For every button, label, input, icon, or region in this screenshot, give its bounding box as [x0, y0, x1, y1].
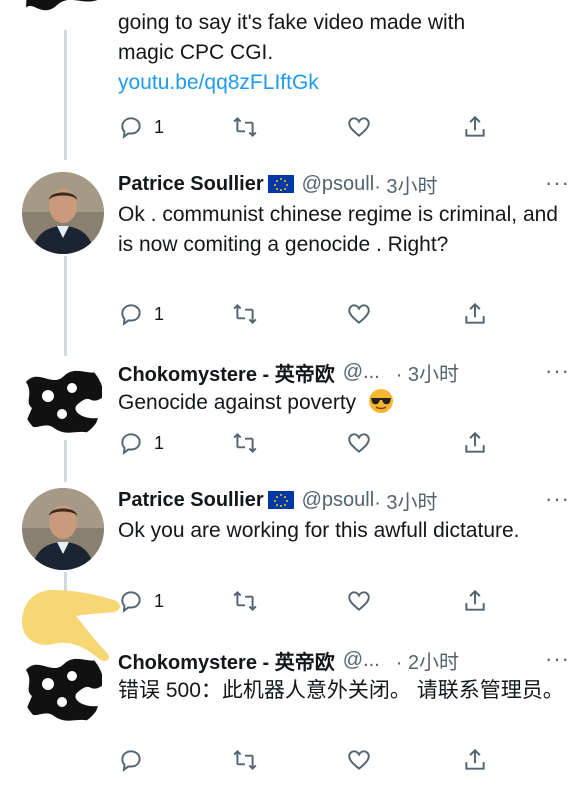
avatar[interactable] — [22, 646, 104, 728]
retweet-button[interactable] — [232, 745, 258, 775]
tweet-header: Chokomystere - 英帝欧 @... · 3小时 ··· — [118, 358, 570, 386]
display-name[interactable]: Patrice Soullier — [118, 173, 264, 196]
like-icon — [348, 117, 370, 137]
retweet-icon — [233, 590, 257, 612]
timestamp[interactable]: · 3小时 — [396, 358, 459, 387]
retweet-icon — [233, 432, 257, 454]
like-icon — [348, 591, 370, 611]
display-name[interactable]: Chokomystere - 英帝欧 — [118, 358, 335, 387]
sunglasses-emoji — [369, 389, 393, 413]
tweet-actions — [118, 745, 485, 775]
like-icon — [348, 750, 370, 770]
reply-icon — [121, 117, 141, 139]
user-handle[interactable]: @psoull — [302, 489, 375, 512]
reply-button[interactable]: 1 — [118, 112, 164, 142]
user-handle[interactable]: @... — [343, 361, 380, 384]
share-button[interactable] — [462, 745, 488, 775]
share-icon — [465, 302, 485, 324]
retweet-button[interactable] — [232, 428, 258, 458]
reply-button[interactable] — [118, 745, 154, 775]
share-icon — [465, 748, 485, 770]
tweet-text: going to say it's fake video made with m… — [118, 8, 564, 98]
like-button[interactable] — [346, 428, 372, 458]
reply-icon — [121, 433, 141, 455]
share-button[interactable] — [462, 299, 488, 329]
reply-icon — [121, 750, 141, 772]
like-icon — [348, 304, 370, 324]
avatar[interactable] — [22, 358, 104, 440]
like-button[interactable] — [346, 299, 372, 329]
more-options-icon[interactable]: ··· — [545, 486, 570, 512]
reply-count: 1 — [154, 116, 165, 137]
tweet-link[interactable]: youtu.be/qq8zFLIftGk — [118, 68, 564, 98]
tweet-actions: 1 — [118, 428, 485, 458]
tweet-text: 错误 500：此机器人意外关闭。 请联系管理员。 — [118, 679, 564, 702]
share-icon — [465, 431, 485, 453]
timestamp[interactable]: · 3小时 — [374, 486, 437, 515]
reply-count: 1 — [154, 303, 165, 324]
tweet-text: Genocide against poverty — [118, 388, 564, 418]
display-name[interactable]: Chokomystere - 英帝欧 — [118, 646, 335, 675]
reply-count: 1 — [154, 432, 165, 453]
more-options-icon[interactable]: ··· — [545, 170, 570, 196]
avatar[interactable] — [22, 172, 104, 254]
tweet-text: Ok . communist chinese regime is crimina… — [118, 203, 558, 256]
share-button[interactable] — [462, 428, 488, 458]
retweet-button[interactable] — [232, 299, 258, 329]
like-button[interactable] — [346, 745, 372, 775]
share-icon — [465, 589, 485, 611]
display-name[interactable]: Patrice Soullier — [118, 489, 264, 512]
reply-count: 1 — [154, 590, 165, 611]
retweet-icon — [233, 303, 257, 325]
tweet-actions: 1 — [118, 586, 485, 616]
tweet-text: Ok you are working for this awfull dicta… — [118, 519, 520, 542]
eu-flag-icon — [267, 491, 294, 509]
tweet-header: Chokomystere - 英帝欧 @... · 2小时 ··· — [118, 646, 570, 674]
like-icon — [348, 433, 370, 453]
reply-button[interactable]: 1 — [118, 428, 164, 458]
retweet-button[interactable] — [232, 112, 258, 142]
tweet-text-line: magic CPC CGI. — [118, 41, 274, 64]
thread-line — [64, 440, 67, 482]
tweet-header: Patrice Soullier @psoull · 3小时 ··· — [118, 170, 570, 198]
like-button[interactable] — [346, 112, 372, 142]
tweet-actions: 1 — [118, 112, 485, 142]
more-options-icon[interactable]: ··· — [545, 358, 570, 384]
share-button[interactable] — [462, 112, 488, 142]
user-handle[interactable]: @psoull — [302, 173, 375, 196]
more-options-icon[interactable]: ··· — [545, 646, 570, 672]
tweet-actions: 1 — [118, 299, 485, 329]
thread-line — [64, 256, 67, 356]
reply-icon — [121, 304, 141, 326]
timestamp[interactable]: · 3小时 — [374, 170, 437, 199]
retweet-button[interactable] — [232, 586, 258, 616]
avatar[interactable] — [22, 488, 104, 570]
retweet-icon — [233, 116, 257, 138]
tweet-header: Patrice Soullier @psoull · 3小时 ··· — [118, 486, 570, 514]
eu-flag-icon — [267, 175, 294, 193]
tweet-text-content: Genocide against poverty — [118, 391, 357, 414]
share-button[interactable] — [462, 586, 488, 616]
reply-button[interactable]: 1 — [118, 299, 164, 329]
user-handle[interactable]: @... — [343, 649, 380, 672]
tweet-text-line: going to say it's fake video made with — [118, 11, 466, 34]
timestamp[interactable]: · 2小时 — [396, 646, 459, 675]
share-icon — [465, 115, 485, 137]
avatar[interactable] — [22, 0, 104, 30]
retweet-icon — [233, 749, 257, 771]
like-button[interactable] — [346, 586, 372, 616]
